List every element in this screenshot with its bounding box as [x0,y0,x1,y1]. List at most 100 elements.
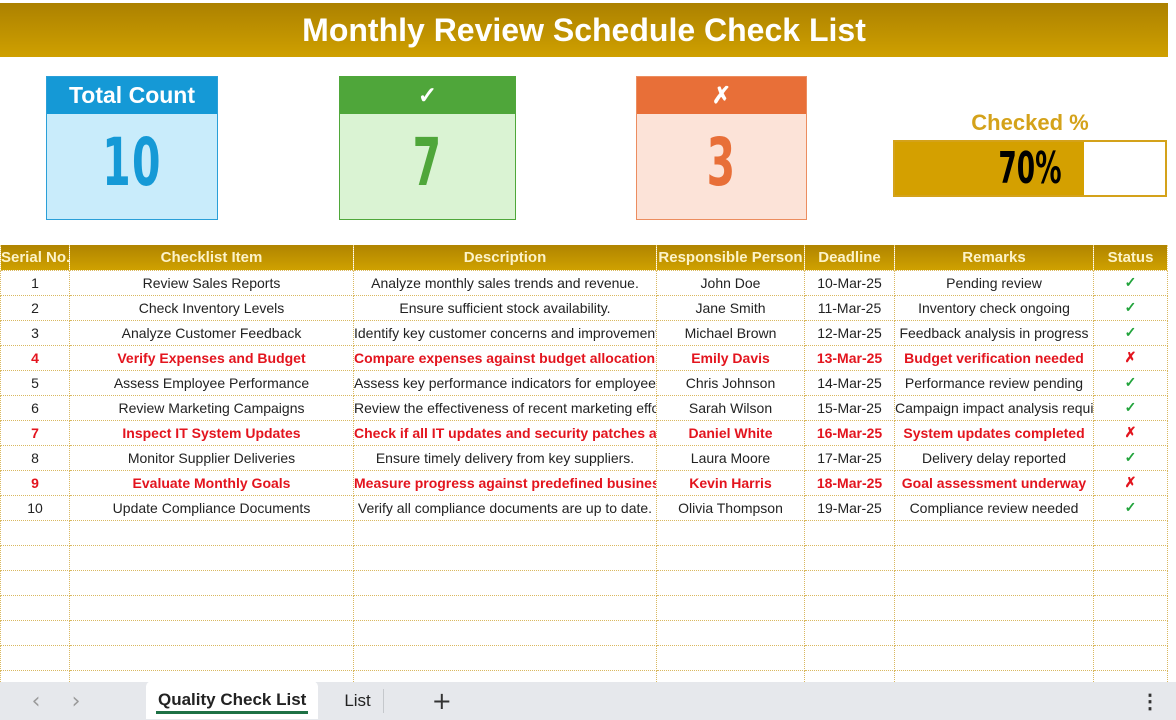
empty-cell[interactable] [656,569,805,596]
empty-cell[interactable] [1093,594,1168,621]
cell-responsible-person[interactable]: Jane Smith [656,294,805,321]
cell-remarks[interactable]: Pending review [894,269,1094,296]
cell-checklist-item[interactable]: Monitor Supplier Deliveries [69,444,354,471]
cell-deadline[interactable]: 13-Mar-25 [804,344,895,371]
empty-cell[interactable] [0,619,70,646]
empty-cell[interactable] [656,644,805,671]
empty-cell[interactable] [0,644,70,671]
cell-serial[interactable]: 2 [0,294,70,321]
header-description[interactable]: Description [353,245,657,270]
cell-remarks[interactable]: Goal assessment underway [894,469,1094,496]
cell-serial[interactable]: 5 [0,369,70,396]
cell-responsible-person[interactable]: Daniel White [656,419,805,446]
cell-deadline[interactable]: 14-Mar-25 [804,369,895,396]
empty-cell[interactable] [69,569,354,596]
empty-cell[interactable] [353,594,657,621]
empty-cell[interactable] [353,569,657,596]
cell-description[interactable]: Check if all IT updates and security pat… [353,419,657,446]
cell-deadline[interactable]: 17-Mar-25 [804,444,895,471]
more-options-icon[interactable]: ⋮ [1140,689,1160,714]
empty-cell[interactable] [804,619,895,646]
cell-responsible-person[interactable]: John Doe [656,269,805,296]
cell-serial[interactable]: 1 [0,269,70,296]
header-status[interactable]: Status [1093,245,1168,270]
empty-cell[interactable] [0,544,70,571]
cell-description[interactable]: Ensure sufficient stock availability. [353,294,657,321]
empty-cell[interactable] [656,519,805,546]
empty-cell[interactable] [69,594,354,621]
check-icon[interactable]: ✓ [1093,394,1168,421]
empty-cell[interactable] [0,594,70,621]
check-icon[interactable]: ✓ [1093,294,1168,321]
cross-icon[interactable]: ✗ [1093,469,1168,496]
cell-serial[interactable]: 10 [0,494,70,521]
add-sheet-icon[interactable]: + [432,687,452,715]
empty-cell[interactable] [0,569,70,596]
cell-deadline[interactable]: 19-Mar-25 [804,494,895,521]
empty-cell[interactable] [353,619,657,646]
cell-deadline[interactable]: 18-Mar-25 [804,469,895,496]
empty-cell[interactable] [894,519,1094,546]
cell-description[interactable]: Analyze monthly sales trends and revenue… [353,269,657,296]
empty-cell[interactable] [69,544,354,571]
cell-serial[interactable]: 6 [0,394,70,421]
cell-checklist-item[interactable]: Verify Expenses and Budget [69,344,354,371]
cell-serial[interactable]: 9 [0,469,70,496]
cell-checklist-item[interactable]: Assess Employee Performance [69,369,354,396]
sheet-tab-quality-check-list[interactable]: Quality Check List [146,681,319,719]
empty-cell[interactable] [894,619,1094,646]
cell-description[interactable]: Compare expenses against budget allocati… [353,344,657,371]
empty-cell[interactable] [656,544,805,571]
cell-responsible-person[interactable]: Emily Davis [656,344,805,371]
empty-cell[interactable] [894,644,1094,671]
cell-responsible-person[interactable]: Michael Brown [656,319,805,346]
cell-description[interactable]: Ensure timely delivery from key supplier… [353,444,657,471]
empty-cell[interactable] [804,544,895,571]
empty-cell[interactable] [894,569,1094,596]
empty-cell[interactable] [1093,619,1168,646]
cell-remarks[interactable]: Performance review pending [894,369,1094,396]
empty-cell[interactable] [804,644,895,671]
empty-cell[interactable] [353,544,657,571]
cell-remarks[interactable]: Inventory check ongoing [894,294,1094,321]
cell-remarks[interactable]: Budget verification needed [894,344,1094,371]
cell-checklist-item[interactable]: Inspect IT System Updates [69,419,354,446]
cell-responsible-person[interactable]: Sarah Wilson [656,394,805,421]
empty-cell[interactable] [894,594,1094,621]
cell-deadline[interactable]: 11-Mar-25 [804,294,895,321]
cross-icon[interactable]: ✗ [1093,344,1168,371]
cell-serial[interactable]: 7 [0,419,70,446]
sheet-tab-list[interactable]: List [332,683,382,719]
cell-responsible-person[interactable]: Olivia Thompson [656,494,805,521]
cell-remarks[interactable]: Compliance review needed [894,494,1094,521]
empty-cell[interactable] [1093,544,1168,571]
cross-icon[interactable]: ✗ [1093,419,1168,446]
cell-checklist-item[interactable]: Analyze Customer Feedback [69,319,354,346]
cell-deadline[interactable]: 15-Mar-25 [804,394,895,421]
cell-description[interactable]: Measure progress against predefined busi… [353,469,657,496]
empty-cell[interactable] [804,569,895,596]
empty-cell[interactable] [69,644,354,671]
cell-description[interactable]: Assess key performance indicators for em… [353,369,657,396]
header-serial[interactable]: Serial No. [0,245,70,270]
empty-cell[interactable] [69,619,354,646]
empty-cell[interactable] [69,519,354,546]
cell-checklist-item[interactable]: Review Marketing Campaigns [69,394,354,421]
empty-cell[interactable] [656,619,805,646]
header-checklist-item[interactable]: Checklist Item [69,245,354,270]
cell-deadline[interactable]: 10-Mar-25 [804,269,895,296]
cell-responsible-person[interactable]: Chris Johnson [656,369,805,396]
cell-responsible-person[interactable]: Kevin Harris [656,469,805,496]
cell-responsible-person[interactable]: Laura Moore [656,444,805,471]
empty-cell[interactable] [894,544,1094,571]
empty-cell[interactable] [804,519,895,546]
check-icon[interactable]: ✓ [1093,494,1168,521]
chevron-right-icon[interactable]: › [56,689,96,714]
check-icon[interactable]: ✓ [1093,444,1168,471]
cell-description[interactable]: Verify all compliance documents are up t… [353,494,657,521]
empty-cell[interactable] [0,519,70,546]
cell-description[interactable]: Identify key customer concerns and impro… [353,319,657,346]
check-icon[interactable]: ✓ [1093,369,1168,396]
cell-remarks[interactable]: Campaign impact analysis required [894,394,1094,421]
check-icon[interactable]: ✓ [1093,269,1168,296]
